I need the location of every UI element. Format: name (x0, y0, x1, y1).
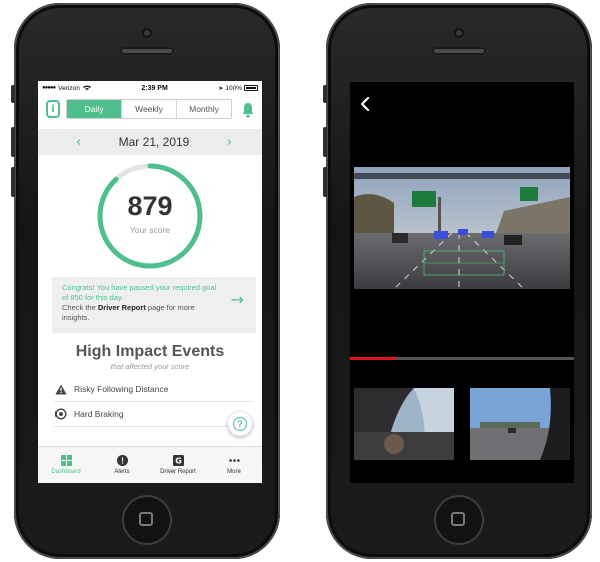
front-camera (454, 28, 464, 38)
congrats-banner[interactable]: Congrats! You have passed your required … (52, 277, 256, 333)
header-divider (350, 81, 574, 82)
tab-label: Alerts (114, 469, 130, 475)
app-logo: i (46, 100, 60, 118)
event-item[interactable]: Risky Following Distance (54, 377, 254, 402)
driver-report-icon: G (172, 455, 184, 466)
help-icon: ? (233, 417, 247, 431)
mute-switch (11, 85, 15, 103)
road-camera-thumbnail[interactable] (470, 388, 570, 460)
driver-report-link[interactable]: Driver Report (98, 303, 146, 312)
back-arrow-icon[interactable] (360, 97, 370, 111)
hint-prefix: Check the (62, 303, 96, 312)
tab-label: More (227, 469, 241, 475)
volume-down-button (323, 167, 327, 197)
period-selector: Daily Weekly Monthly (66, 99, 232, 119)
bell-icon[interactable] (241, 102, 255, 118)
cabin-camera-thumbnail[interactable] (354, 388, 454, 460)
more-icon (228, 459, 240, 462)
volume-down-button (11, 167, 15, 197)
battery-percent: 100% (225, 84, 242, 92)
score-value: 879 (127, 191, 173, 221)
mute-switch (323, 85, 327, 103)
tab-more[interactable]: More (206, 447, 262, 483)
dashcam-video-player[interactable] (354, 167, 570, 289)
tab-dashboard[interactable]: Dashboard (38, 447, 94, 483)
help-button[interactable]: ? (228, 412, 252, 436)
date-navigator: ‹ Mar 21, 2019 › (38, 129, 262, 155)
signal-icon: ●●●●● (42, 85, 56, 91)
video-viewer-screen (350, 81, 574, 483)
carrier-name: Verizon (58, 84, 80, 92)
volume-up-button (323, 127, 327, 157)
tab-daily[interactable]: Daily (67, 100, 121, 118)
tab-weekly[interactable]: Weekly (121, 100, 176, 118)
home-button (122, 495, 172, 545)
status-bar: ●●●●● Verizon 2:39 PM ➤ 100% (38, 81, 262, 95)
location-icon: ➤ (218, 85, 224, 92)
home-button (434, 495, 484, 545)
wifi-icon (82, 85, 91, 91)
event-item[interactable]: Hard Braking (54, 402, 254, 427)
phone-frame-left: ●●●●● Verizon 2:39 PM ➤ 100% i Daily Wee… (11, 3, 280, 559)
driver-report-hint: Check the Driver Report page for more in… (62, 303, 222, 323)
arrow-right-icon[interactable]: → (231, 292, 244, 308)
score-widget: 879 Your score (38, 155, 262, 277)
tab-label: Dashboard (51, 469, 81, 475)
battery-icon (244, 85, 258, 91)
next-day-icon[interactable]: › (227, 135, 232, 150)
warning-icon (54, 382, 68, 396)
tab-label: Driver Report (160, 469, 196, 475)
phone-frame-right (323, 3, 592, 559)
previous-day-icon[interactable]: ‹ (76, 135, 81, 150)
event-label: Hard Braking (74, 409, 124, 419)
earpiece-speaker (120, 47, 174, 55)
cabin-video-frame (354, 388, 454, 460)
tab-alerts[interactable]: Alerts (94, 447, 150, 483)
volume-up-button (11, 127, 15, 157)
status-time: 2:39 PM (141, 84, 168, 92)
highway-video-frame (354, 167, 570, 289)
road-video-frame (470, 388, 570, 460)
dashboard-screen: ●●●●● Verizon 2:39 PM ➤ 100% i Daily Wee… (38, 81, 262, 483)
top-bar: i Daily Weekly Monthly (38, 95, 262, 123)
earpiece-speaker (432, 47, 486, 55)
dashboard-icon (60, 455, 72, 466)
front-camera (142, 28, 152, 38)
score-label: Your score (129, 225, 171, 235)
tab-monthly[interactable]: Monthly (176, 100, 231, 118)
playback-progress-fill (350, 357, 395, 360)
events-title: High Impact Events (75, 343, 225, 360)
playback-progress-bar[interactable] (350, 357, 574, 360)
current-date: Mar 21, 2019 (118, 135, 190, 149)
braking-icon (54, 407, 68, 421)
svg-text:G: G (175, 457, 182, 466)
logo-letter: i (51, 103, 55, 115)
alert-icon (116, 455, 128, 466)
bottom-tab-bar: Dashboard Alerts G Driver Report More (38, 446, 262, 483)
congrats-message: Congrats! You have passed your required … (62, 283, 217, 302)
events-subtitle: that affected your score (110, 362, 190, 371)
tab-driver-report[interactable]: G Driver Report (150, 447, 206, 483)
event-label: Risky Following Distance (74, 384, 169, 394)
